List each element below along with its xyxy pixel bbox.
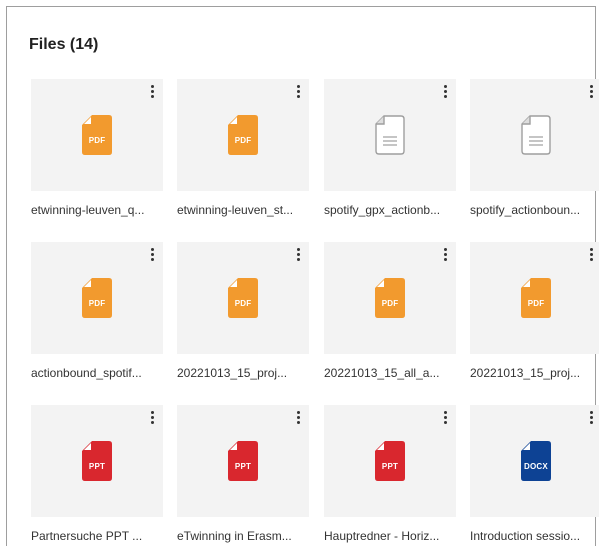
file-name[interactable]: etwinning-leuven_q...: [31, 203, 163, 217]
file-type-label: DOCX: [524, 462, 548, 471]
file-thumbnail[interactable]: PPT: [31, 405, 163, 517]
more-options-icon[interactable]: [584, 245, 598, 263]
more-options-icon[interactable]: [438, 408, 452, 426]
ppt-file-icon: PPT: [82, 441, 112, 481]
file-type-label: PDF: [88, 299, 106, 308]
file-thumbnail[interactable]: PPT: [324, 405, 456, 517]
file-card[interactable]: PPT Hauptredner - Horiz...: [324, 405, 456, 555]
file-thumbnail[interactable]: DOCX: [470, 405, 599, 517]
more-options-icon[interactable]: [145, 408, 159, 426]
file-thumbnail[interactable]: [324, 79, 456, 191]
file-name[interactable]: etwinning-leuven_st...: [177, 203, 309, 217]
file-card[interactable]: PDF 20221013_15_proj...: [470, 242, 599, 392]
more-options-icon[interactable]: [291, 408, 305, 426]
docx-file-icon: DOCX: [521, 441, 551, 481]
file-card[interactable]: PDF etwinning-leuven_q...: [31, 79, 163, 229]
file-type-label: PPT: [88, 462, 106, 471]
file-card[interactable]: PPT Partnersuche PPT ...: [31, 405, 163, 555]
file-card[interactable]: PDF 20221013_15_all_a...: [324, 242, 456, 392]
file-thumbnail[interactable]: PDF: [31, 242, 163, 354]
file-name[interactable]: actionbound_spotif...: [31, 366, 163, 380]
generic-file-icon: [375, 115, 405, 155]
more-options-icon[interactable]: [291, 245, 305, 263]
more-options-icon[interactable]: [584, 82, 598, 100]
pdf-file-icon: PDF: [228, 278, 258, 318]
more-options-icon[interactable]: [145, 245, 159, 263]
file-card[interactable]: PPT eTwinning in Erasm...: [177, 405, 309, 555]
file-type-label: PDF: [381, 299, 399, 308]
pdf-file-icon: PDF: [521, 278, 551, 318]
file-card[interactable]: spotify_gpx_actionb...: [324, 79, 456, 229]
ppt-file-icon: PPT: [375, 441, 405, 481]
file-name[interactable]: 20221013_15_proj...: [470, 366, 599, 380]
file-name[interactable]: eTwinning in Erasm...: [177, 529, 309, 543]
pdf-file-icon: PDF: [375, 278, 405, 318]
file-name[interactable]: Introduction sessio...: [470, 529, 599, 543]
pdf-file-icon: PDF: [82, 115, 112, 155]
file-card[interactable]: PDF etwinning-leuven_st...: [177, 79, 309, 229]
files-title: Files (14): [29, 36, 99, 53]
file-thumbnail[interactable]: PPT: [177, 405, 309, 517]
pdf-file-icon: PDF: [82, 278, 112, 318]
file-card[interactable]: spotify_actionboun...: [470, 79, 599, 229]
file-card[interactable]: PDF actionbound_spotif...: [31, 242, 163, 392]
file-thumbnail[interactable]: PDF: [31, 79, 163, 191]
file-thumbnail[interactable]: [470, 79, 599, 191]
file-name[interactable]: spotify_gpx_actionb...: [324, 203, 456, 217]
file-card[interactable]: PDF 20221013_15_proj...: [177, 242, 309, 392]
file-thumbnail[interactable]: PDF: [470, 242, 599, 354]
file-thumbnail[interactable]: PDF: [177, 242, 309, 354]
more-options-icon[interactable]: [438, 82, 452, 100]
pdf-file-icon: PDF: [228, 115, 258, 155]
file-type-label: PPT: [234, 462, 252, 471]
file-card[interactable]: DOCX Introduction sessio...: [470, 405, 599, 555]
files-panel: Files (14) PDF etwinning-leuven_q... PDF et…: [6, 6, 599, 546]
file-name[interactable]: spotify_actionboun...: [470, 203, 599, 217]
file-name[interactable]: 20221013_15_all_a...: [324, 366, 456, 380]
file-name[interactable]: 20221013_15_proj...: [177, 366, 309, 380]
more-options-icon[interactable]: [145, 82, 159, 100]
ppt-file-icon: PPT: [228, 441, 258, 481]
file-thumbnail[interactable]: PDF: [177, 79, 309, 191]
more-options-icon[interactable]: [291, 82, 305, 100]
file-type-label: PDF: [234, 299, 252, 308]
file-type-label: PPT: [381, 462, 399, 471]
more-options-icon[interactable]: [438, 245, 452, 263]
file-type-label: PDF: [527, 299, 545, 308]
file-thumbnail[interactable]: PDF: [324, 242, 456, 354]
generic-file-icon: [521, 115, 551, 155]
file-type-label: PDF: [234, 136, 252, 145]
more-options-icon[interactable]: [584, 408, 598, 426]
file-name[interactable]: Partnersuche PPT ...: [31, 529, 163, 543]
file-type-label: PDF: [88, 136, 106, 145]
file-name[interactable]: Hauptredner - Horiz...: [324, 529, 456, 543]
